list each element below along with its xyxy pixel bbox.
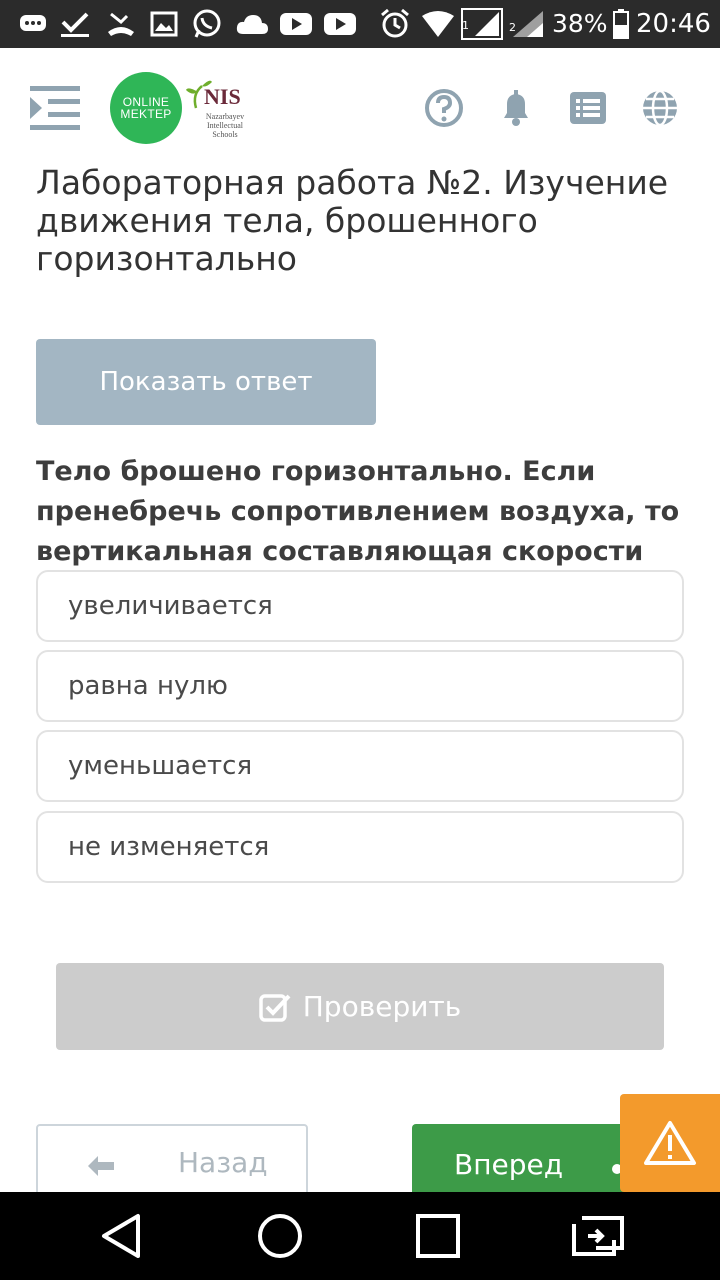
download-done-icon: [58, 8, 92, 40]
notifications-button[interactable]: [496, 88, 536, 128]
menu-toggle-icon[interactable]: [28, 84, 82, 132]
app-header: ONLINE MEKTEP NIS Nazarbayev Intellectua…: [0, 48, 720, 168]
bell-icon: [504, 90, 528, 126]
list-icon: [570, 92, 606, 124]
page-title: Лабораторная работа №2. Изучение движени…: [36, 163, 669, 278]
chat-notification-icon: [18, 8, 48, 40]
question-text: Тело брошено горизонтально. Если пренебр…: [36, 456, 680, 567]
show-answer-button[interactable]: Показать ответ: [36, 339, 376, 425]
arrow-left-icon: [88, 1156, 114, 1176]
clock: 20:46: [636, 9, 711, 39]
alarm-icon: [378, 8, 412, 40]
system-navigation-bar: [0, 1192, 720, 1280]
answer-option[interactable]: увеличивается: [36, 570, 684, 642]
courses-list-button[interactable]: [568, 88, 608, 128]
next-button-label: Вперед: [454, 1148, 564, 1181]
nav-back-button[interactable]: [96, 1210, 148, 1262]
nav-recents-button[interactable]: [412, 1210, 464, 1262]
report-problem-button[interactable]: [620, 1094, 720, 1192]
checkbox-check-icon: [259, 993, 291, 1022]
whatsapp-icon: [190, 8, 224, 40]
circle-home-icon: [258, 1214, 302, 1258]
gallery-icon: [148, 8, 180, 40]
switch-apps-icon: [572, 1216, 624, 1256]
answer-option[interactable]: равна нулю: [36, 650, 684, 722]
online-mektep-logo[interactable]: ONLINE MEKTEP: [110, 72, 182, 144]
sim1-label: 1: [462, 19, 469, 32]
battery-icon: [612, 8, 630, 40]
answer-option[interactable]: не изменяется: [36, 811, 684, 883]
back-button-label: Назад: [178, 1146, 268, 1179]
nis-logo-text: NIS: [204, 84, 241, 109]
nav-switch-app-button[interactable]: [570, 1210, 624, 1262]
missed-call-icon: [104, 8, 138, 40]
nis-logo-subtitle: Nazarbayev Intellectual Schools: [205, 112, 245, 139]
help-button[interactable]: [424, 88, 464, 128]
check-button[interactable]: Проверить: [56, 963, 664, 1050]
nis-logo: NIS Nazarbayev Intellectual Schools: [184, 74, 254, 144]
language-button[interactable]: [640, 88, 680, 128]
warning-icon: [644, 1121, 696, 1165]
wifi-icon: [420, 8, 456, 40]
logo-online-line2: MEKTEP: [120, 107, 172, 121]
youtube-icon-2: [322, 8, 358, 40]
status-bar: 1 2 38% 20:46: [0, 0, 720, 48]
help-icon: [425, 89, 463, 127]
nav-home-button[interactable]: [254, 1210, 306, 1262]
sim2-label: 2: [509, 21, 516, 34]
square-recents-icon: [416, 1214, 460, 1258]
globe-icon: [643, 89, 677, 127]
cloud-icon: [234, 8, 270, 40]
battery-percent: 38%: [552, 9, 608, 38]
youtube-icon: [278, 8, 314, 40]
triangle-back-icon: [102, 1214, 140, 1258]
check-button-label: Проверить: [302, 990, 462, 1023]
answer-option[interactable]: уменьшается: [36, 730, 684, 802]
